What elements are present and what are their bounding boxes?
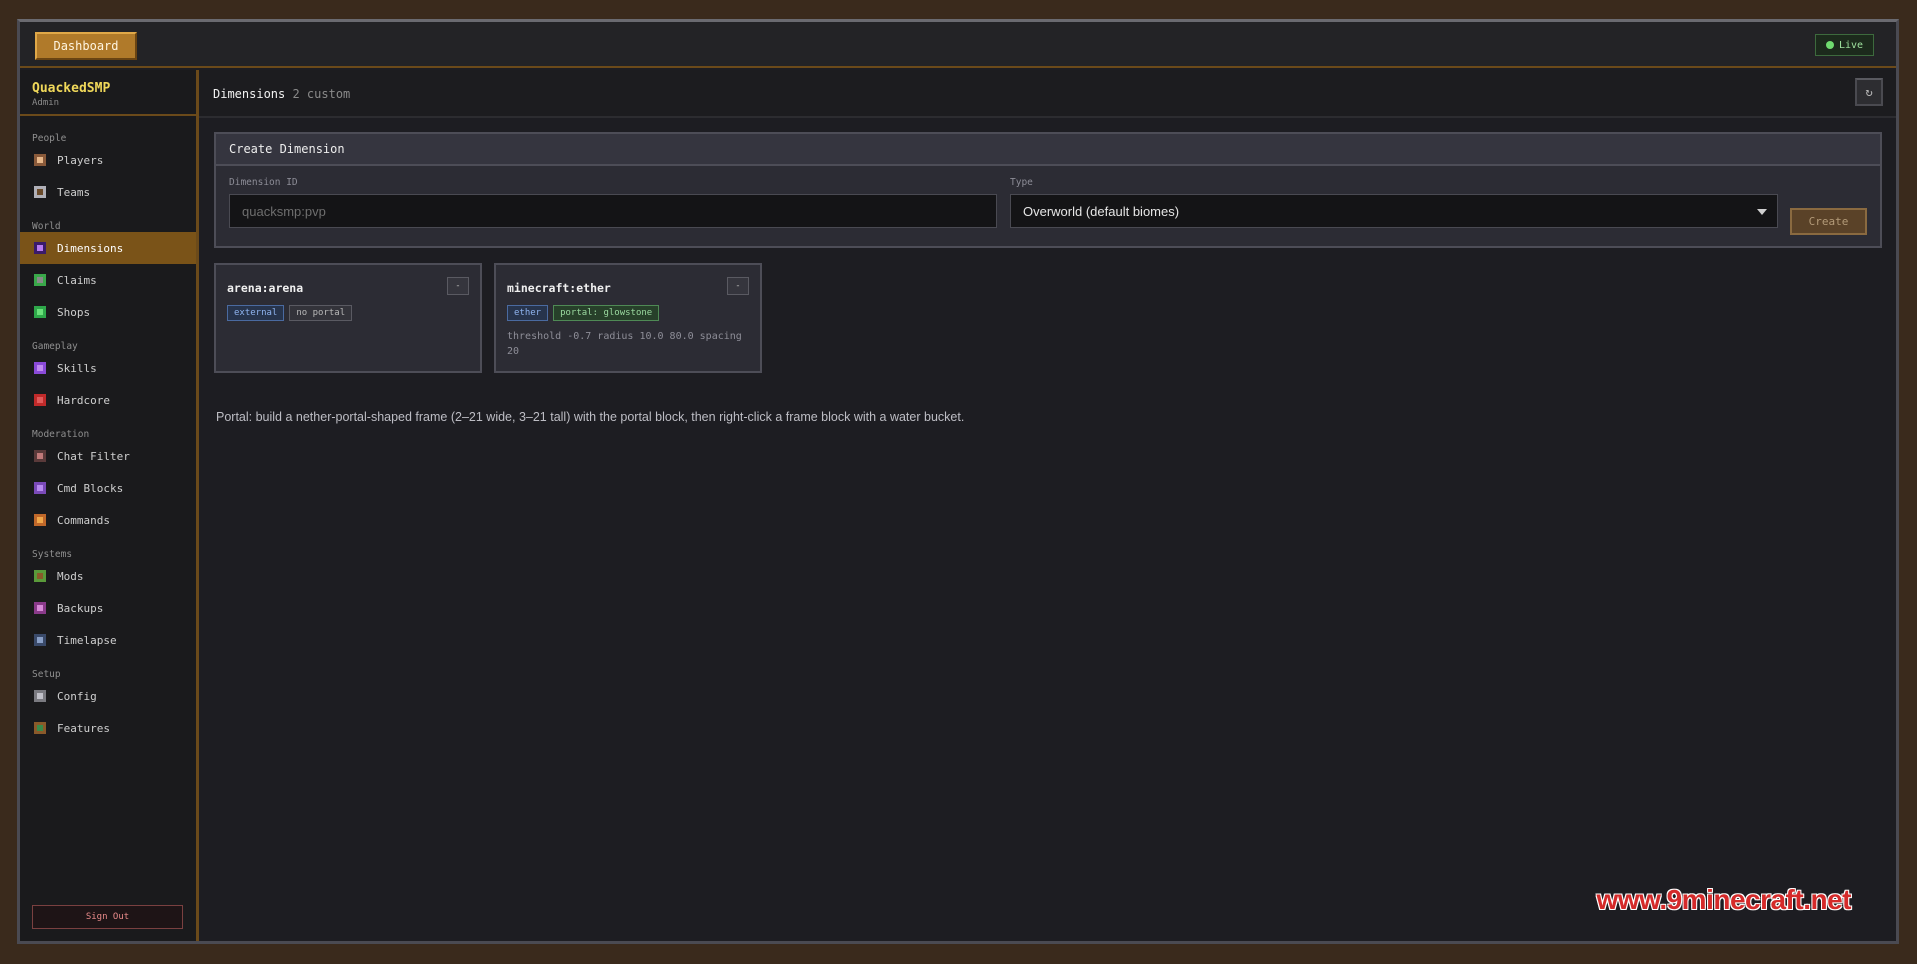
sidebar-item-config[interactable]: Config bbox=[20, 680, 196, 712]
sidebar-item-label: Hardcore bbox=[57, 393, 110, 407]
app-window: Dashboard Live QuackedSMP Admin People Pl… bbox=[17, 19, 1899, 944]
dimension-name: arena:arena bbox=[227, 281, 304, 295]
sidebar-item-dimensions[interactable]: Dimensions bbox=[20, 232, 196, 264]
brand-role: Admin bbox=[32, 98, 60, 108]
dimension-id-input[interactable]: quacksmp:pvp bbox=[229, 194, 997, 228]
sidebar-section-label: Moderation bbox=[32, 429, 90, 440]
brand-name: QuackedSMP bbox=[32, 81, 111, 96]
sidebar-item-claims[interactable]: Claims bbox=[20, 264, 196, 296]
sidebar-section-label: Gameplay bbox=[32, 341, 78, 352]
top-bar: Dashboard Live bbox=[20, 22, 1896, 68]
grass-block-icon bbox=[33, 569, 47, 583]
skills-icon bbox=[33, 361, 47, 375]
command-block-icon bbox=[33, 481, 47, 495]
page-title-text: Dimensions bbox=[213, 87, 286, 101]
live-dot-icon bbox=[1825, 41, 1834, 49]
sidebar-item-label: Timelapse bbox=[57, 633, 117, 647]
remove-dimension-button[interactable]: - bbox=[727, 277, 749, 295]
dimension-card: minecraft:ether - ether portal: glowstone th… bbox=[494, 263, 762, 373]
sidebar-item-skills[interactable]: Skills bbox=[20, 352, 196, 384]
sidebar-section-label: Setup bbox=[32, 669, 61, 680]
sidebar-item-label: Backups bbox=[57, 601, 104, 615]
dimension-tags: external no portal bbox=[227, 305, 353, 321]
remove-dimension-button[interactable]: - bbox=[447, 277, 469, 295]
brand: QuackedSMP Admin bbox=[20, 70, 196, 116]
sidebar-item-label: Dimensions bbox=[57, 241, 124, 255]
emerald-icon bbox=[33, 305, 47, 319]
dimension-tag: ether bbox=[507, 305, 549, 321]
sidebar-item-label: Cmd Blocks bbox=[57, 481, 124, 495]
sidebar-item-commands[interactable]: Commands bbox=[20, 504, 196, 536]
create-dimension-panel: Create Dimension Dimension ID quacksmp:p… bbox=[214, 132, 1882, 248]
sword-icon bbox=[33, 185, 47, 199]
sidebar-item-teams[interactable]: Teams bbox=[20, 176, 196, 208]
live-status-badge: Live bbox=[1815, 34, 1874, 56]
camera-icon bbox=[33, 633, 47, 647]
page-subtitle: 2 custom bbox=[292, 87, 351, 101]
page-title: Dimensions 2 custom bbox=[213, 87, 350, 101]
dimension-tag: portal: glowstone bbox=[553, 305, 660, 321]
player-head-icon bbox=[33, 153, 47, 167]
dimension-tag: no portal bbox=[289, 305, 353, 321]
sidebar-section-label: World bbox=[32, 221, 61, 232]
sidebar-item-label: Shops bbox=[57, 305, 91, 319]
sidebar-item-mods[interactable]: Mods bbox=[20, 560, 196, 592]
dimension-tag: external bbox=[227, 305, 285, 321]
sidebar-item-label: Teams bbox=[57, 185, 91, 199]
create-button[interactable]: Create bbox=[1790, 208, 1867, 235]
watermark: www.9minecraft.net bbox=[1596, 884, 1852, 915]
sidebar-item-label: Mods bbox=[57, 569, 84, 583]
type-label: Type bbox=[1010, 177, 1033, 188]
flag-icon bbox=[33, 273, 47, 287]
page-header: Dimensions 2 custom ↻ bbox=[199, 70, 1896, 118]
portal-instructions: Portal: build a nether-portal-shaped fra… bbox=[216, 410, 965, 424]
sidebar-item-shops[interactable]: Shops bbox=[20, 296, 196, 328]
sidebar-item-players[interactable]: Players bbox=[20, 144, 196, 176]
sidebar-item-timelapse[interactable]: Timelapse bbox=[20, 624, 196, 656]
dimension-tags: ether portal: glowstone bbox=[507, 305, 660, 321]
sidebar-item-features[interactable]: Features bbox=[20, 712, 196, 744]
sidebar-item-hardcore[interactable]: Hardcore bbox=[20, 384, 196, 416]
chest-icon bbox=[33, 601, 47, 615]
sidebar-section-label: Systems bbox=[32, 549, 73, 560]
sidebar-section-label: People bbox=[32, 133, 67, 144]
dashboard-button[interactable]: Dashboard bbox=[35, 32, 137, 60]
sidebar-item-label: Claims bbox=[57, 273, 97, 287]
refresh-button[interactable]: ↻ bbox=[1855, 78, 1883, 106]
gear-icon bbox=[33, 689, 47, 703]
sidebar-item-label: Features bbox=[57, 721, 110, 735]
chevron-down-icon bbox=[1757, 209, 1767, 215]
create-dimension-heading: Create Dimension bbox=[216, 134, 1880, 166]
sidebar-item-backups[interactable]: Backups bbox=[20, 592, 196, 624]
heart-icon bbox=[33, 393, 47, 407]
sidebar-item-label: Chat Filter bbox=[57, 449, 130, 463]
refresh-icon: ↻ bbox=[1865, 85, 1873, 99]
main-content: Dimensions 2 custom ↻ Create Dimension D… bbox=[199, 70, 1896, 941]
dimension-name: minecraft:ether bbox=[507, 281, 611, 295]
sidebar-item-label: Skills bbox=[57, 361, 97, 375]
dimension-detail: threshold -0.7 radius 10.0 80.0 spacing … bbox=[507, 331, 742, 357]
sidebar-item-label: Commands bbox=[57, 513, 110, 527]
sign-out-button[interactable]: Sign Out bbox=[32, 905, 183, 929]
sidebar-item-chat-filter[interactable]: Chat Filter bbox=[20, 440, 196, 472]
sidebar-nav: People Players Teams World Dimensions Claims S… bbox=[20, 116, 196, 744]
commands-icon bbox=[33, 513, 47, 527]
sidebar-item-label: Config bbox=[57, 689, 97, 703]
dimension-id-label: Dimension ID bbox=[229, 177, 298, 188]
sidebar-item-cmd-blocks[interactable]: Cmd Blocks bbox=[20, 472, 196, 504]
dimension-card: arena:arena - external no portal bbox=[214, 263, 482, 373]
sidebar: QuackedSMP Admin People Players Teams World… bbox=[20, 70, 199, 941]
sidebar-item-label: Players bbox=[57, 153, 104, 167]
bookshelf-icon bbox=[33, 721, 47, 735]
type-selected-value: Overworld (default biomes) bbox=[1023, 203, 1180, 219]
portal-icon bbox=[33, 241, 47, 255]
chat-filter-icon bbox=[33, 449, 47, 463]
live-label: Live bbox=[1838, 39, 1864, 51]
dimension-id-placeholder: quacksmp:pvp bbox=[242, 203, 326, 219]
type-select[interactable]: Overworld (default biomes) bbox=[1010, 194, 1778, 228]
